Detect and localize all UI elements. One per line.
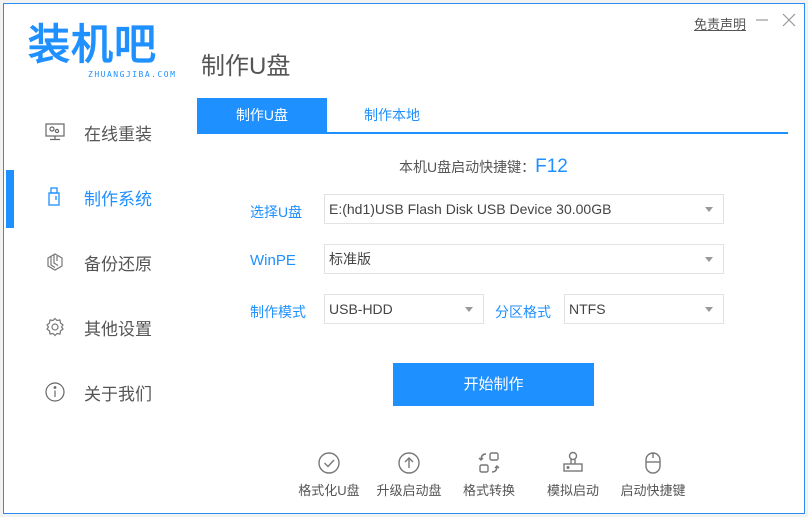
check-circle-icon <box>318 452 340 474</box>
usb-select[interactable]: E:(hd1)USB Flash Disk USB Device 30.00GB <box>324 194 724 224</box>
chevron-down-icon <box>465 307 473 312</box>
app-window: 装机吧 ZHUANGJIBA.COM 免责声明 制作U盘 在线重装 制作系统 备… <box>3 3 805 514</box>
sidebar-item-label: 制作系统 <box>84 189 152 209</box>
tool-label: 启动快捷键 <box>620 483 686 498</box>
minimize-icon[interactable] <box>754 12 770 28</box>
tool-format-usb[interactable]: 格式化U盘 <box>289 450 369 499</box>
convert-icon <box>478 452 500 473</box>
close-icon[interactable] <box>781 12 797 28</box>
chevron-down-icon <box>705 257 713 262</box>
sidebar-item-backup-restore[interactable]: 备份还原 <box>4 234 194 290</box>
mouse-icon <box>645 452 661 474</box>
sidebar-item-label: 备份还原 <box>84 254 152 274</box>
tool-label: 升级启动盘 <box>376 483 442 498</box>
tab-bar: 制作U盘 制作本地 <box>197 98 788 134</box>
mode-select-value: USB-HDD <box>329 301 393 317</box>
upload-circle-icon <box>398 452 420 474</box>
tool-label: 格式化U盘 <box>298 483 360 498</box>
tool-format-convert[interactable]: 格式转换 <box>449 450 529 499</box>
partition-select[interactable]: NTFS <box>564 294 724 324</box>
tool-simulate-boot[interactable]: 模拟启动 <box>533 450 613 499</box>
start-make-button[interactable]: 开始制作 <box>393 363 594 406</box>
sidebar-item-online-reinstall[interactable]: 在线重装 <box>4 104 194 160</box>
mode-select-label: 制作模式 <box>250 304 306 320</box>
chevron-down-icon <box>705 207 713 212</box>
sidebar: 在线重装 制作系统 备份还原 其他设置 关于我们 <box>4 102 194 432</box>
sidebar-item-label: 关于我们 <box>84 384 152 404</box>
sidebar-item-label: 在线重装 <box>84 124 152 144</box>
sidebar-item-other-settings[interactable]: 其他设置 <box>4 299 194 355</box>
hotkey-info: 本机U盘启动快捷键：F12 <box>399 156 568 178</box>
stamp-icon <box>563 451 583 472</box>
backup-cube-icon <box>44 251 66 273</box>
chevron-down-icon <box>705 307 713 312</box>
gear-icon <box>44 316 66 338</box>
usb-select-label: 选择U盘 <box>250 204 303 220</box>
winpe-select[interactable]: 标准版 <box>324 244 724 274</box>
hotkey-value: F12 <box>535 156 568 177</box>
monitor-icon <box>44 121 66 143</box>
logo-subtext: ZHUANGJIBA.COM <box>88 70 177 79</box>
sidebar-item-label: 其他设置 <box>84 319 152 339</box>
tool-upgrade-boot-disk[interactable]: 升级启动盘 <box>369 450 449 499</box>
tool-label: 格式转换 <box>462 483 515 498</box>
tool-label: 模拟启动 <box>546 483 599 498</box>
hotkey-label: 本机U盘启动快捷键： <box>399 159 536 175</box>
winpe-select-label: WinPE <box>250 252 296 269</box>
mode-select[interactable]: USB-HDD <box>324 294 484 324</box>
disclaimer-link[interactable]: 免责声明 <box>694 14 746 33</box>
usb-drive-icon <box>44 186 66 208</box>
tab-make-local[interactable]: 制作本地 <box>327 98 457 132</box>
sidebar-item-make-system[interactable]: 制作系统 <box>4 169 194 225</box>
sidebar-item-about-us[interactable]: 关于我们 <box>4 364 194 420</box>
page-title: 制作U盘 <box>201 53 291 80</box>
logo-text: 装机吧 <box>28 21 158 68</box>
partition-select-value: NTFS <box>569 301 606 317</box>
partition-select-label: 分区格式 <box>495 304 551 320</box>
logo: 装机吧 ZHUANGJIBA.COM <box>28 22 178 84</box>
tool-boot-hotkey[interactable]: 启动快捷键 <box>613 450 693 499</box>
winpe-select-value: 标准版 <box>329 251 371 267</box>
info-icon <box>44 381 66 403</box>
tab-make-usb[interactable]: 制作U盘 <box>197 98 327 132</box>
usb-select-value: E:(hd1)USB Flash Disk USB Device 30.00GB <box>329 201 612 217</box>
